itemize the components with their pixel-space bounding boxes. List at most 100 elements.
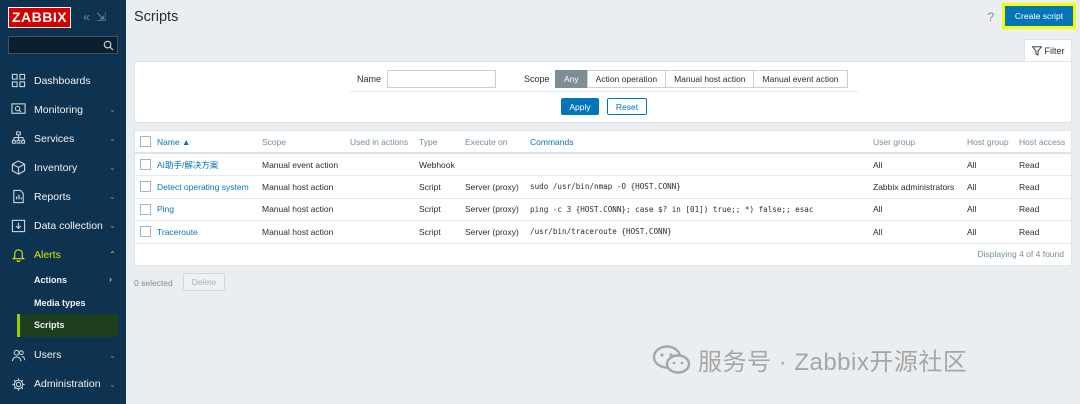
- inventory-icon: [10, 160, 26, 176]
- cell-type: Script: [419, 198, 465, 221]
- apply-button[interactable]: Apply: [561, 98, 599, 115]
- chevron-right-icon: ›: [109, 274, 112, 284]
- search-icon[interactable]: [103, 40, 114, 51]
- sidebar-subitem-actions[interactable]: Actions ›: [17, 269, 126, 292]
- cell-user-group: All: [873, 153, 967, 176]
- delete-button[interactable]: Delete: [183, 273, 225, 291]
- column-header-used-in-actions: Used in actions: [350, 131, 419, 154]
- cell-type: Webhook: [419, 153, 465, 176]
- cell-user-group: All: [873, 220, 967, 244]
- column-header-user-group: User group: [873, 131, 967, 154]
- cell-used: [350, 175, 419, 199]
- sidebar-item-data-collection[interactable]: Data collection ⌄: [0, 211, 126, 240]
- sidebar-subitem-media-types[interactable]: Media types: [17, 292, 126, 315]
- sidebar-search-input[interactable]: [8, 36, 118, 54]
- cell-execute-on: Server (proxy): [465, 220, 530, 244]
- chevron-icon: ⌄: [109, 221, 116, 230]
- scope-option-manual-host-action[interactable]: Manual host action: [665, 70, 755, 88]
- column-header-name[interactable]: Name ▲: [157, 131, 262, 154]
- script-name-link[interactable]: AI助手/解决方案: [157, 153, 262, 176]
- scope-option-manual-event-action[interactable]: Manual event action: [753, 70, 848, 88]
- selected-count: 0 selected: [134, 278, 173, 288]
- sidebar-item-dashboards[interactable]: Dashboards: [0, 66, 126, 95]
- cell-execute-on: [465, 153, 530, 176]
- sidebar-subitem-label: Scripts: [34, 320, 65, 331]
- table-row[interactable]: AI助手/解决方案 Manual event action Webhook All Al…: [135, 153, 1071, 176]
- logo-row: ZABBIX « ⇲: [0, 0, 126, 34]
- kiosk-mode-icon[interactable]: ⇲: [96, 10, 106, 24]
- help-icon[interactable]: ?: [987, 10, 994, 24]
- chevron-icon: ⌄: [109, 105, 116, 114]
- sidebar-subitem-scripts[interactable]: Scripts: [17, 314, 118, 337]
- sidebar-item-alerts[interactable]: Alerts ⌃: [0, 240, 126, 269]
- cell-host-access: Read: [1019, 198, 1071, 221]
- sidebar-item-services[interactable]: Services ⌄: [0, 124, 126, 153]
- column-header-scope: Scope: [262, 131, 350, 154]
- watermark: 服务号 · Zabbix开源社区: [652, 342, 967, 377]
- cell-used: [350, 153, 419, 176]
- scope-segmented-control: Any Action operation Manual host action …: [555, 70, 848, 88]
- name-filter-input[interactable]: [387, 70, 496, 88]
- page-header: Scripts ? Create script: [126, 0, 1080, 34]
- data-collection-icon: [10, 218, 26, 234]
- column-header-execute-on: Execute on: [465, 131, 530, 154]
- scripts-table: Name ▲ Scope Used in actions Type Execut…: [135, 131, 1071, 244]
- sidebar-item-label: Alerts: [34, 248, 61, 261]
- filter-tab[interactable]: Filter: [1024, 39, 1072, 61]
- sidebar-item-administration[interactable]: Administration ⌄: [0, 370, 126, 399]
- sidebar-item-monitoring[interactable]: Monitoring ⌄: [0, 95, 126, 124]
- cell-execute-on: Server (proxy): [465, 198, 530, 221]
- sidebar-item-label: Administration: [34, 378, 101, 390]
- table-row[interactable]: Detect operating system Manual host actio…: [135, 175, 1071, 199]
- zabbix-logo[interactable]: ZABBIX: [8, 6, 72, 28]
- row-checkbox[interactable]: [140, 159, 151, 171]
- row-checkbox[interactable]: [140, 181, 151, 193]
- row-checkbox[interactable]: [140, 226, 151, 238]
- cell-host-access: Read: [1019, 175, 1071, 199]
- watermark-text: 服务号 · Zabbix开源社区: [698, 349, 968, 376]
- cell-commands: sudo /usr/bin/nmap -O {HOST.CONN}: [530, 175, 873, 199]
- cell-host-group: All: [967, 175, 1019, 199]
- cell-type: Script: [419, 220, 465, 244]
- cell-type: Script: [419, 175, 465, 199]
- gear-icon: [10, 376, 26, 392]
- cell-user-group: All: [873, 198, 967, 221]
- name-filter-label: Name: [357, 74, 382, 84]
- column-header-host-group: Host group: [967, 131, 1019, 154]
- sidebar-subitem-label: Media types: [34, 297, 86, 308]
- cell-host-access: Read: [1019, 153, 1071, 176]
- sidebar-item-label: Monitoring: [34, 103, 84, 116]
- sidebar-item-users[interactable]: Users ⌄: [0, 341, 126, 370]
- chevron-icon: ⌄: [109, 379, 116, 389]
- sidebar-item-label: Dashboards: [34, 74, 91, 87]
- sidebar-item-label: Data collection: [34, 219, 103, 232]
- collapse-sidebar-icon[interactable]: «: [83, 10, 90, 24]
- script-name-link[interactable]: Ping: [157, 198, 262, 221]
- alerts-submenu: Actions › Media types Scripts: [0, 269, 126, 337]
- cell-host-group: All: [967, 220, 1019, 244]
- column-header-commands[interactable]: Commands: [530, 131, 873, 154]
- create-script-button[interactable]: Create script: [1005, 6, 1073, 26]
- script-name-link[interactable]: Detect operating system: [157, 175, 262, 199]
- filter-panel: Name Scope Any Action operation Manual h…: [134, 61, 1072, 123]
- table-row[interactable]: Ping Manual host action Script Server (prox…: [135, 198, 1071, 221]
- reset-button[interactable]: Reset: [607, 98, 647, 115]
- sidebar-item-reports[interactable]: Reports ⌄: [0, 182, 126, 211]
- column-header-type: Type: [419, 131, 465, 154]
- sidebar-item-label: Users: [34, 349, 62, 361]
- filter-divider: [350, 91, 858, 92]
- row-checkbox[interactable]: [140, 203, 151, 215]
- table-row[interactable]: Traceroute Manual host action Script Server…: [135, 220, 1071, 244]
- cell-scope: Manual host action: [262, 175, 350, 199]
- users-icon: [10, 347, 26, 363]
- cell-used: [350, 198, 419, 221]
- scope-option-action-operation[interactable]: Action operation: [586, 70, 667, 88]
- cell-host-access: Read: [1019, 220, 1071, 244]
- reports-icon: [10, 189, 26, 205]
- scope-option-any[interactable]: Any: [555, 70, 588, 88]
- sidebar-item-inventory[interactable]: Inventory ⌄: [0, 153, 126, 182]
- script-name-link[interactable]: Traceroute: [157, 220, 262, 244]
- column-header-host-access: Host access: [1019, 131, 1071, 154]
- select-all-checkbox[interactable]: [140, 136, 151, 148]
- cell-scope: Manual event action: [262, 153, 350, 176]
